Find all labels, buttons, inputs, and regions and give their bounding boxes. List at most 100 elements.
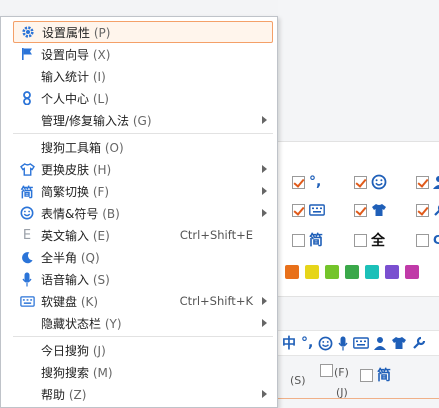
- menu-label: 搜狗搜索: [41, 365, 90, 380]
- checkbox-more[interactable]: [416, 233, 429, 247]
- menu-key: (Q): [80, 250, 100, 265]
- more-glyph: C: [433, 233, 439, 247]
- checkbox-punctuation[interactable]: [292, 175, 305, 189]
- skin-color-swatches: [285, 265, 419, 279]
- submenu-arrow-icon: [262, 390, 267, 398]
- menu-item-emoji-symbols[interactable]: 表情&符号 (B): [13, 202, 273, 224]
- menu-item-toolbox[interactable]: 搜狗工具箱 (O): [13, 136, 273, 158]
- user-icon: [374, 337, 387, 350]
- menu-key: (E): [92, 228, 110, 243]
- menu-label: 设置向导: [41, 47, 90, 62]
- flag-icon: [19, 46, 35, 62]
- menu-item-sogou-search[interactable]: 搜狗搜索 (M): [13, 361, 273, 383]
- menu-item-settings[interactable]: 设置属性 (P): [13, 21, 273, 43]
- menu-item-soft-keyboard[interactable]: 软键盘 (K) Ctrl+Shift+K: [13, 290, 273, 312]
- menu-item-today-sogou[interactable]: 今日搜狗 (J): [13, 339, 273, 361]
- menu-label: 设置属性: [42, 25, 91, 40]
- chinese-mode-glyph: 中: [282, 336, 296, 352]
- checkbox-fragment[interactable]: [320, 364, 333, 377]
- menu-item-manage-repair[interactable]: 管理/修复输入法 (G): [13, 109, 273, 131]
- swatch-purple[interactable]: [385, 265, 399, 279]
- smiley-icon: [318, 336, 333, 350]
- smiley-icon: [371, 174, 387, 190]
- ime-context-menu: 设置属性 (P) 设置向导 (X) 输入统计 (I) 个人中心 (L) 管理/修…: [0, 16, 278, 408]
- checkbox-user[interactable]: [416, 175, 429, 189]
- menu-item-input-stats[interactable]: 输入统计 (I): [13, 65, 273, 87]
- swatch-light-green[interactable]: [325, 265, 339, 279]
- tshirt-icon: [392, 337, 407, 349]
- smiley-icon: [19, 205, 35, 221]
- submenu-arrow-icon: [262, 297, 267, 305]
- menu-key: (Z): [68, 387, 87, 402]
- swatch-orange[interactable]: [285, 265, 299, 279]
- menu-separator: [13, 133, 273, 134]
- option-more[interactable]: C: [416, 231, 439, 249]
- option-skin[interactable]: [354, 201, 387, 219]
- swatch-magenta[interactable]: [405, 265, 419, 279]
- option-fullwidth[interactable]: 全: [354, 231, 385, 249]
- checkbox-skin[interactable]: [354, 203, 367, 217]
- option-emoji[interactable]: [354, 173, 387, 191]
- swatch-teal[interactable]: [365, 265, 379, 279]
- menu-label: 简繁切换: [41, 184, 90, 199]
- menu-label: 更换皮肤: [41, 162, 90, 177]
- menu-label: 个人中心: [41, 91, 90, 106]
- option-user[interactable]: [416, 173, 439, 191]
- option-tools[interactable]: [416, 201, 439, 219]
- wrench-icon: [413, 336, 426, 349]
- tshirt-icon: [372, 204, 386, 216]
- submenu-arrow-icon: [262, 319, 267, 327]
- menu-key: (L): [92, 91, 109, 106]
- option-keyboard[interactable]: [292, 201, 325, 219]
- checkbox-tools[interactable]: [416, 203, 429, 217]
- menu-key: (S): [92, 272, 110, 287]
- menu-key: (I): [92, 69, 106, 84]
- checkbox-simplified[interactable]: [292, 233, 305, 247]
- status-bar-preview: 中 °,: [278, 330, 439, 356]
- english-icon: E: [22, 227, 32, 243]
- tshirt-icon: [19, 161, 35, 177]
- simplified-icon: 简: [20, 185, 34, 201]
- menu-label: 软键盘: [41, 294, 78, 309]
- menu-item-help[interactable]: 帮助 (Z): [13, 383, 273, 405]
- menu-item-voice-input[interactable]: 语音输入 (S): [13, 268, 273, 290]
- menu-item-simp-trad[interactable]: 简 简繁切换 (F): [13, 180, 273, 202]
- menu-item-personal-center[interactable]: 个人中心 (L): [13, 87, 273, 109]
- submenu-arrow-icon: [262, 116, 267, 124]
- menu-key: (F): [92, 184, 110, 199]
- swatch-green[interactable]: [345, 265, 359, 279]
- menu-label: 帮助: [41, 387, 66, 402]
- menu-label: 表情&符号: [41, 206, 99, 221]
- menu-key: (H): [92, 162, 112, 177]
- menu-key: (Y): [104, 316, 122, 331]
- menu-item-english-input[interactable]: E 英文输入 (E) Ctrl+Shift+E: [13, 224, 273, 246]
- option-punctuation[interactable]: °,: [292, 173, 321, 191]
- keyboard-icon: [309, 204, 325, 216]
- menu-key: (M): [92, 365, 113, 380]
- menu-key: (X): [92, 47, 111, 62]
- person-icon: [19, 90, 35, 106]
- fragment-s-key: (S): [290, 374, 306, 387]
- submenu-arrow-icon: [262, 165, 267, 173]
- user-icon: [433, 176, 439, 189]
- submenu-arrow-icon: [262, 187, 267, 195]
- menu-label: 输入统计: [41, 69, 90, 84]
- menu-item-hide-status-bar[interactable]: 隐藏状态栏 (Y): [13, 312, 273, 334]
- microphone-icon: [19, 271, 35, 287]
- keyboard-icon: [353, 337, 370, 349]
- menu-label: 管理/修复输入法: [41, 113, 130, 128]
- menu-item-full-half-width[interactable]: 全半角 (Q): [13, 246, 273, 268]
- menu-key: (G): [132, 113, 152, 128]
- option-simplified[interactable]: 简: [292, 231, 323, 249]
- menu-label: 全半角: [41, 250, 78, 265]
- option-simplified-bottom[interactable]: 简: [360, 366, 391, 384]
- menu-key: (B): [102, 206, 120, 221]
- checkbox-simplified-bottom[interactable]: [360, 368, 373, 382]
- moon-icon: [19, 249, 35, 265]
- swatch-yellow[interactable]: [305, 265, 319, 279]
- menu-item-change-skin[interactable]: 更换皮肤 (H): [13, 158, 273, 180]
- checkbox-emoji[interactable]: [354, 175, 367, 189]
- checkbox-keyboard[interactable]: [292, 203, 305, 217]
- checkbox-fullwidth[interactable]: [354, 233, 367, 247]
- menu-item-setup-wizard[interactable]: 设置向导 (X): [13, 43, 273, 65]
